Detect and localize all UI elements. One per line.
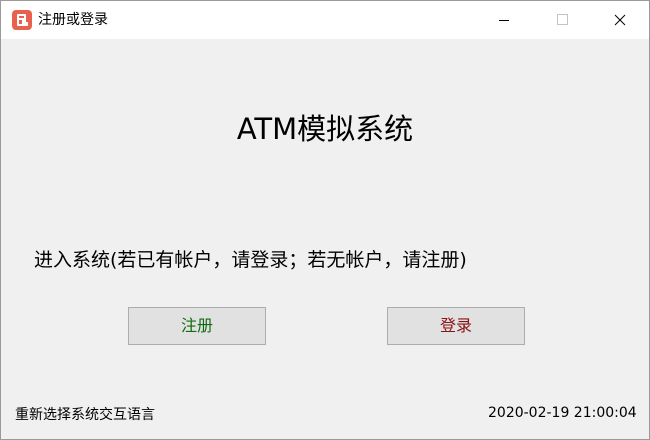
minimize-button[interactable]: [475, 1, 533, 39]
login-button[interactable]: 登录: [387, 307, 525, 345]
app-window: 注册或登录 ATM模拟系统 进入系统(若已有帐户，请登录；若无帐户，请注册) 注…: [0, 0, 650, 440]
minimize-icon: [499, 20, 509, 21]
title-bar[interactable]: 注册或登录: [1, 1, 649, 39]
datetime-display: 2020-02-19 21:00:04: [488, 405, 637, 421]
maximize-icon: [557, 14, 568, 25]
close-button[interactable]: [591, 1, 649, 39]
register-button[interactable]: 注册: [128, 307, 266, 345]
change-language-link[interactable]: 重新选择系统交互语言: [15, 404, 155, 426]
page-title: ATM模拟系统: [236, 112, 414, 146]
maximize-button[interactable]: [533, 1, 591, 39]
window-title: 注册或登录: [38, 12, 108, 28]
instruction-text: 进入系统(若已有帐户，请登录；若无帐户，请注册): [34, 249, 467, 271]
app-logo-icon: [12, 10, 32, 30]
close-icon: [614, 14, 626, 26]
